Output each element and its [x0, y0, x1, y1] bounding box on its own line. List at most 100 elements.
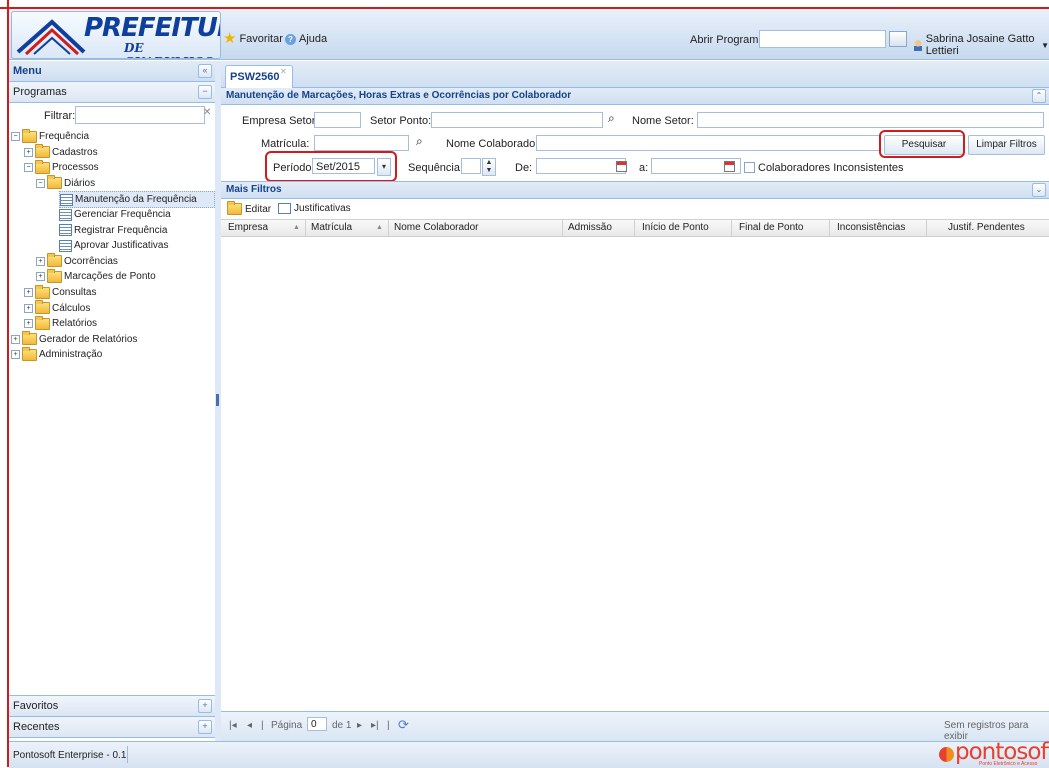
user-menu[interactable]: Sabrina Josaine Gatto Lettieri ▼ [914, 33, 1049, 57]
col-empresa[interactable]: Empresa [228, 222, 268, 233]
tab-psw2560[interactable]: PSW2560 ✕ [225, 65, 293, 88]
left-menu-panel: Menu « Programas − Filtrar: ✕ − Frequênci… [9, 61, 216, 741]
status-text: Pontosoft Enterprise - 0.1 [13, 750, 127, 761]
limpar-filtros-button[interactable]: Limpar Filtros [968, 135, 1045, 155]
collapse-up-icon[interactable]: ⌃ [1032, 89, 1046, 103]
favoritar-button[interactable]: ★ Favoritar [223, 31, 283, 46]
expand-down-icon[interactable]: ⌄ [1032, 183, 1046, 197]
tree-node[interactable]: Aprovar Justificativas [59, 238, 168, 253]
sequencia-input[interactable] [461, 158, 481, 174]
col-separator [829, 220, 830, 236]
pager-separator: | [261, 720, 264, 731]
search-icon[interactable]: ⌕ [416, 134, 423, 149]
folder-icon [35, 159, 50, 174]
pontosoft-logo: pontosoft Ponto Eletrônico e Acesso [929, 739, 1049, 768]
calendar-icon[interactable] [616, 161, 627, 172]
expand-node-icon[interactable]: + [11, 350, 20, 360]
col-inicio-ponto[interactable]: Início de Ponto [642, 222, 709, 233]
sequencia-label: Sequência: [408, 162, 464, 174]
tab-strip: PSW2560 ✕ [221, 61, 1049, 88]
justificativas-button[interactable]: Justificativas [278, 203, 351, 214]
mais-filtros-header[interactable]: Mais Filtros ⌄ [221, 181, 1049, 199]
expand-node-icon[interactable]: + [24, 303, 33, 313]
col-justif-pendentes[interactable]: Justif. Pendentes [948, 222, 1025, 233]
col-nome-colaborador[interactable]: Nome Colaborador [394, 222, 479, 233]
col-admissao[interactable]: Admissão [568, 222, 612, 233]
filtrar-input[interactable] [75, 106, 205, 124]
tree-node[interactable]: + Ocorrências [36, 253, 118, 269]
grid-toolbar: Editar Justificativas [221, 199, 1049, 219]
filtrar-label: Filtrar: [44, 110, 76, 122]
refresh-icon[interactable]: ⟳ [398, 717, 409, 733]
nome-setor-label: Nome Setor: [632, 115, 694, 127]
prev-page-icon[interactable]: ◂ [247, 720, 252, 731]
expand-node-icon[interactable]: + [24, 147, 33, 157]
expand-plus-icon[interactable]: + [198, 720, 212, 734]
tree-node-label: Registrar Frequência [74, 224, 168, 236]
col-inconsistencias[interactable]: Inconsistências [837, 222, 905, 233]
nome-setor-input[interactable] [697, 112, 1044, 128]
nome-colaborador-input[interactable] [536, 135, 881, 151]
calendar-icon[interactable] [724, 161, 735, 172]
next-page-icon[interactable]: ▸ [357, 720, 362, 731]
folder-icon [35, 300, 50, 315]
colaboradores-inconsistentes-checkbox[interactable] [744, 162, 755, 173]
col-final-ponto[interactable]: Final de Ponto [739, 222, 804, 233]
close-icon[interactable]: ✕ [280, 67, 287, 76]
matricula-input[interactable] [314, 135, 409, 151]
pesquisar-highlight [879, 130, 965, 158]
tree-node[interactable]: + Marcações de Ponto [36, 268, 156, 284]
empresa-setor-input[interactable] [314, 112, 361, 128]
tree-node[interactable]: + Relatórios [24, 315, 97, 331]
tree-node[interactable]: + Administração [11, 346, 102, 362]
pager-separator: | [387, 720, 390, 731]
a-label: a: [639, 162, 649, 174]
tree-node-label: Manutenção da Frequência [75, 194, 197, 206]
expand-node-icon[interactable]: + [11, 334, 20, 344]
main-panel: PSW2560 ✕ Manutenção de Marcações, Horas… [221, 61, 1049, 742]
tree-node[interactable]: + Consultas [24, 284, 96, 300]
tree-node-label: Ocorrências [64, 255, 118, 267]
tree-node[interactable]: Manutenção da Frequência [59, 191, 215, 209]
tree-node[interactable]: − Processos [24, 159, 99, 175]
page-number-input[interactable]: 0 [307, 717, 327, 731]
help-icon: ? [285, 33, 296, 45]
grid-body [221, 237, 1049, 697]
tree-node[interactable]: Gerenciar Frequência [59, 207, 171, 222]
tree-node[interactable]: Registrar Frequência [59, 223, 167, 238]
collapse-node-icon[interactable]: − [24, 163, 33, 173]
collapse-node-icon[interactable]: − [36, 178, 45, 188]
de-date-input[interactable] [536, 158, 626, 174]
collapse-minus-icon[interactable]: − [198, 85, 212, 99]
clear-filter-icon[interactable]: ✕ [203, 107, 211, 118]
sort-asc-icon: ▲ [293, 224, 300, 231]
first-page-icon[interactable]: |◂ [229, 720, 237, 731]
ajuda-button[interactable]: ? Ajuda [285, 33, 327, 45]
abrir-programa-button[interactable] [889, 31, 907, 47]
recentes-header[interactable]: Recentes + [9, 716, 215, 738]
expand-node-icon[interactable]: + [24, 288, 33, 297]
setor-ponto-input[interactable] [431, 112, 603, 128]
editar-button[interactable]: Editar [227, 201, 271, 215]
search-icon[interactable]: ⌕ [608, 111, 615, 126]
expand-node-icon[interactable]: + [36, 272, 45, 282]
splitter-handle-icon[interactable] [216, 394, 219, 406]
spinner-icon[interactable]: ▲ ▼ [482, 158, 496, 176]
tree-node[interactable]: + Cálculos [24, 300, 90, 316]
programas-header[interactable]: Programas − [9, 82, 215, 103]
collapse-left-icon[interactable]: « [198, 64, 212, 78]
tree-node[interactable]: − Frequência [11, 128, 89, 144]
program-icon [59, 208, 72, 221]
tree-node[interactable]: + Cadastros [24, 144, 98, 160]
collapse-node-icon[interactable]: − [11, 132, 20, 141]
expand-node-icon[interactable]: + [36, 256, 45, 266]
abrir-programa-input[interactable] [759, 30, 886, 48]
expand-plus-icon[interactable]: + [198, 699, 212, 713]
chevron-down-icon: ▼ [1041, 40, 1049, 50]
favoritos-header[interactable]: Favoritos + [9, 695, 215, 717]
expand-node-icon[interactable]: + [24, 319, 33, 329]
tree-node[interactable]: − Diários [36, 175, 95, 191]
tree-node[interactable]: + Gerador de Relatórios [11, 331, 137, 347]
col-matricula[interactable]: Matrícula [311, 222, 352, 233]
last-page-icon[interactable]: ▸| [371, 720, 379, 731]
